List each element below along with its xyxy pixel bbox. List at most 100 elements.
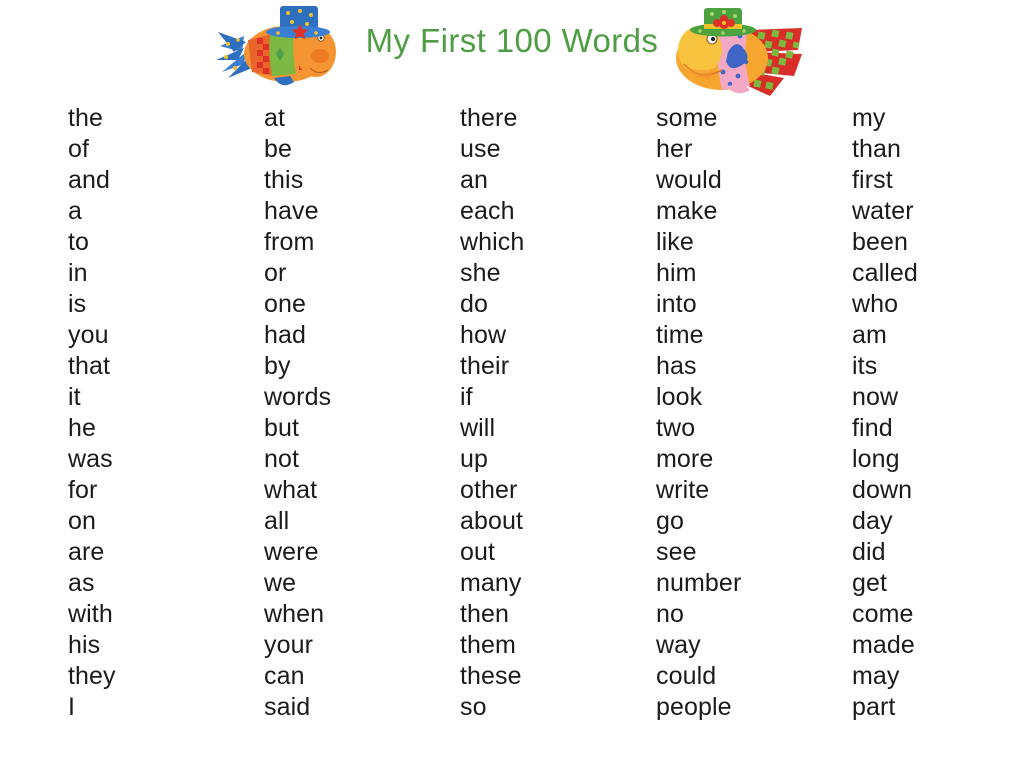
- word-item: has: [656, 352, 697, 380]
- word-item: water: [852, 197, 914, 225]
- word-item: day: [852, 507, 893, 535]
- word-item: come: [852, 600, 914, 628]
- word-item: did: [852, 538, 886, 566]
- word-item: other: [460, 476, 518, 504]
- word-item: they: [68, 662, 116, 690]
- word-item: be: [264, 135, 293, 163]
- word-item: was: [68, 445, 113, 473]
- word-item: words: [264, 383, 332, 411]
- word-item: on: [68, 507, 97, 535]
- word-item: use: [460, 135, 501, 163]
- word-item: what: [264, 476, 318, 504]
- word-list-grid: the of and a to in is you that it he was…: [0, 103, 1024, 723]
- word-item: do: [460, 290, 489, 318]
- word-column-4: some her would make like him into time h…: [656, 103, 852, 723]
- word-item: from: [264, 228, 315, 256]
- word-item: I: [68, 693, 76, 721]
- word-item: there: [460, 104, 518, 132]
- word-item: write: [656, 476, 710, 504]
- word-item: when: [264, 600, 325, 628]
- word-item: who: [852, 290, 899, 318]
- word-item: no: [656, 600, 685, 628]
- word-item: like: [656, 228, 694, 256]
- word-item: and: [68, 166, 111, 194]
- word-item: have: [264, 197, 319, 225]
- word-item: would: [656, 166, 722, 194]
- word-item: their: [460, 352, 510, 380]
- word-item: which: [460, 228, 525, 256]
- word-item: an: [460, 166, 489, 194]
- word-item: so: [460, 693, 487, 721]
- word-item: your: [264, 631, 314, 659]
- word-item: its: [852, 352, 878, 380]
- word-column-5: my than first water been called who am i…: [852, 103, 1024, 723]
- word-item: number: [656, 569, 742, 597]
- fish-with-green-hat-illustration: [666, 2, 806, 98]
- word-item: some: [656, 104, 718, 132]
- word-item: my: [852, 104, 886, 132]
- word-item: all: [264, 507, 290, 535]
- word-item: in: [68, 259, 88, 287]
- word-item: at: [264, 104, 286, 132]
- word-item: two: [656, 414, 696, 442]
- word-item: called: [852, 259, 918, 287]
- word-item: or: [264, 259, 287, 287]
- word-item: to: [68, 228, 90, 256]
- word-column-1: the of and a to in is you that it he was…: [68, 103, 264, 723]
- word-item: way: [656, 631, 701, 659]
- word-item: by: [264, 352, 291, 380]
- word-item: made: [852, 631, 915, 659]
- word-item: get: [852, 569, 888, 597]
- word-item: him: [656, 259, 697, 287]
- word-item: find: [852, 414, 893, 442]
- word-column-2: at be this have from or one had by words…: [264, 103, 460, 723]
- word-item: these: [460, 662, 522, 690]
- word-item: will: [460, 414, 496, 442]
- word-item: been: [852, 228, 909, 256]
- word-item: had: [264, 321, 307, 349]
- word-item: as: [68, 569, 95, 597]
- word-item: go: [656, 507, 685, 535]
- page-title: My First 100 Words: [365, 22, 659, 59]
- word-item: long: [852, 445, 900, 473]
- word-item: how: [460, 321, 507, 349]
- word-item: the: [68, 104, 104, 132]
- word-item: a: [68, 197, 83, 225]
- word-item: but: [264, 414, 300, 442]
- word-item: were: [264, 538, 319, 566]
- word-item: part: [852, 693, 896, 721]
- word-item: you: [68, 321, 109, 349]
- word-item: not: [264, 445, 300, 473]
- word-item: may: [852, 662, 900, 690]
- word-item: she: [460, 259, 501, 287]
- word-item: first: [852, 166, 893, 194]
- word-column-3: there use an each which she do how their…: [460, 103, 656, 723]
- word-item: for: [68, 476, 98, 504]
- word-item: we: [264, 569, 297, 597]
- word-item: it: [68, 383, 81, 411]
- word-item: time: [656, 321, 704, 349]
- word-item: more: [656, 445, 714, 473]
- word-item: up: [460, 445, 489, 473]
- word-item: he: [68, 414, 97, 442]
- word-item: am: [852, 321, 887, 349]
- word-item: this: [264, 166, 304, 194]
- word-item: see: [656, 538, 697, 566]
- fish-hat: [690, 8, 756, 37]
- word-item: about: [460, 507, 524, 535]
- worksheet-slide: My First 100 Words the of and a to in is…: [0, 0, 1024, 766]
- word-item: into: [656, 290, 697, 318]
- word-item: if: [460, 383, 473, 411]
- word-item: out: [460, 538, 496, 566]
- word-item: people: [656, 693, 732, 721]
- word-item: with: [68, 600, 113, 628]
- word-item: are: [68, 538, 105, 566]
- word-item: them: [460, 631, 516, 659]
- page-header: My First 100 Words: [0, 0, 1024, 96]
- word-item: look: [656, 383, 703, 411]
- word-item: each: [460, 197, 515, 225]
- word-item: of: [68, 135, 90, 163]
- word-item: now: [852, 383, 899, 411]
- word-item: than: [852, 135, 902, 163]
- word-item: said: [264, 693, 311, 721]
